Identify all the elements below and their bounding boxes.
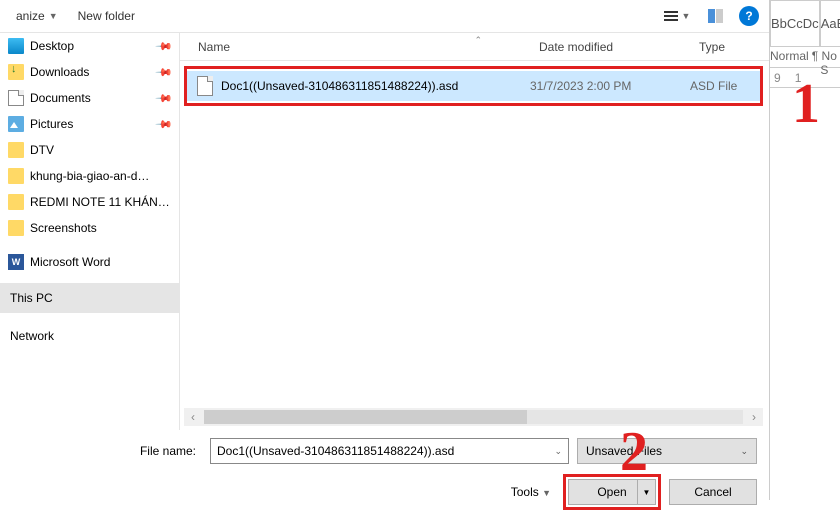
sidebar-item-folder[interactable]: Screenshots (0, 215, 179, 241)
file-type-cell: ASD File (690, 79, 760, 93)
list-view-icon (664, 11, 678, 21)
sidebar-item-folder[interactable]: REDMI NOTE 11 KHÁN… (0, 189, 179, 215)
sidebar-item-word[interactable]: WMicrosoft Word (0, 249, 179, 275)
preview-pane-button[interactable] (701, 5, 729, 27)
word-icon: W (8, 254, 24, 270)
documents-icon (8, 90, 24, 106)
navigation-sidebar: Desktop📌 Downloads📌 Documents📌 Pictures📌… (0, 33, 180, 430)
preview-pane-icon (708, 9, 723, 23)
chevron-down-icon[interactable]: ⌄ (554, 446, 562, 457)
file-list-pane: ⌃ Name Date modified Type Doc1((Unsaved-… (180, 33, 769, 430)
style-label-normal: Normal (770, 47, 809, 67)
chevron-down-icon: ▼ (49, 11, 58, 21)
pin-icon: 📌 (155, 89, 174, 108)
annotation-number-2: 2 (620, 420, 648, 484)
column-type[interactable]: Type (699, 40, 769, 54)
annotation-highlight-1: Doc1((Unsaved-310486311851488224)).asd 3… (184, 66, 763, 106)
sort-indicator-icon: ⌃ (475, 35, 483, 46)
open-file-dialog: anize ▼ New folder ▼ ? Desktop📌 Download… (0, 0, 770, 500)
scroll-thumb[interactable] (204, 410, 527, 424)
file-name-cell: Doc1((Unsaved-310486311851488224)).asd (221, 79, 530, 93)
file-name-label: File name: (12, 444, 202, 458)
cancel-button[interactable]: Cancel (669, 479, 757, 505)
dialog-bottom-panel: File name: Doc1((Unsaved-310486311851488… (0, 430, 769, 522)
sidebar-item-pictures[interactable]: Pictures📌 (0, 111, 179, 137)
sidebar-item-network[interactable]: Network (0, 321, 179, 351)
style-preview-normal[interactable]: BbCcDc (770, 0, 820, 47)
dialog-toolbar: anize ▼ New folder ▼ ? (0, 0, 769, 32)
desktop-icon (8, 38, 24, 54)
tools-button[interactable]: Tools ▼ (511, 485, 555, 499)
column-headers[interactable]: ⌃ Name Date modified Type (180, 33, 769, 61)
scroll-right-icon[interactable]: › (745, 410, 763, 424)
chevron-down-icon: ⌄ (740, 446, 748, 457)
pin-icon: 📌 (155, 115, 174, 134)
sidebar-item-folder[interactable]: DTV (0, 137, 179, 163)
organize-button[interactable]: anize ▼ (10, 5, 64, 27)
file-type-filter[interactable]: Unsaved Files ⌄ (577, 438, 757, 464)
file-row[interactable]: Doc1((Unsaved-310486311851488224)).asd 3… (187, 71, 760, 101)
sidebar-item-downloads[interactable]: Downloads📌 (0, 59, 179, 85)
horizontal-scrollbar[interactable]: ‹ › (184, 408, 763, 426)
file-date-cell: 31/7/2023 2:00 PM (530, 79, 690, 93)
downloads-icon (8, 64, 24, 80)
sidebar-item-folder[interactable]: khung-bia-giao-an-d… (0, 163, 179, 189)
sidebar-item-thispc[interactable]: This PC (0, 283, 179, 313)
folder-icon (8, 168, 24, 184)
pictures-icon (8, 116, 24, 132)
pin-icon: 📌 (155, 37, 174, 56)
sidebar-item-desktop[interactable]: Desktop📌 (0, 33, 179, 59)
file-name-input[interactable]: Doc1((Unsaved-310486311851488224)).asd ⌄ (210, 438, 569, 464)
column-date[interactable]: Date modified (539, 40, 699, 54)
scroll-left-icon[interactable]: ‹ (184, 410, 202, 424)
folder-icon (8, 194, 24, 210)
folder-icon (8, 220, 24, 236)
column-name[interactable]: Name (198, 40, 539, 54)
chevron-down-icon: ▼ (542, 488, 551, 498)
folder-icon (8, 142, 24, 158)
file-icon (197, 76, 213, 96)
style-label-nospacing: ¶ No S (809, 47, 840, 67)
help-icon[interactable]: ? (739, 6, 759, 26)
chevron-down-icon: ▼ (682, 11, 691, 21)
view-mode-button[interactable]: ▼ (663, 5, 691, 27)
pin-icon: 📌 (155, 63, 174, 82)
new-folder-button[interactable]: New folder (72, 5, 141, 27)
style-preview-nospacing[interactable]: AaBb (820, 0, 840, 47)
annotation-number-1: 1 (792, 72, 820, 136)
sidebar-item-documents[interactable]: Documents📌 (0, 85, 179, 111)
